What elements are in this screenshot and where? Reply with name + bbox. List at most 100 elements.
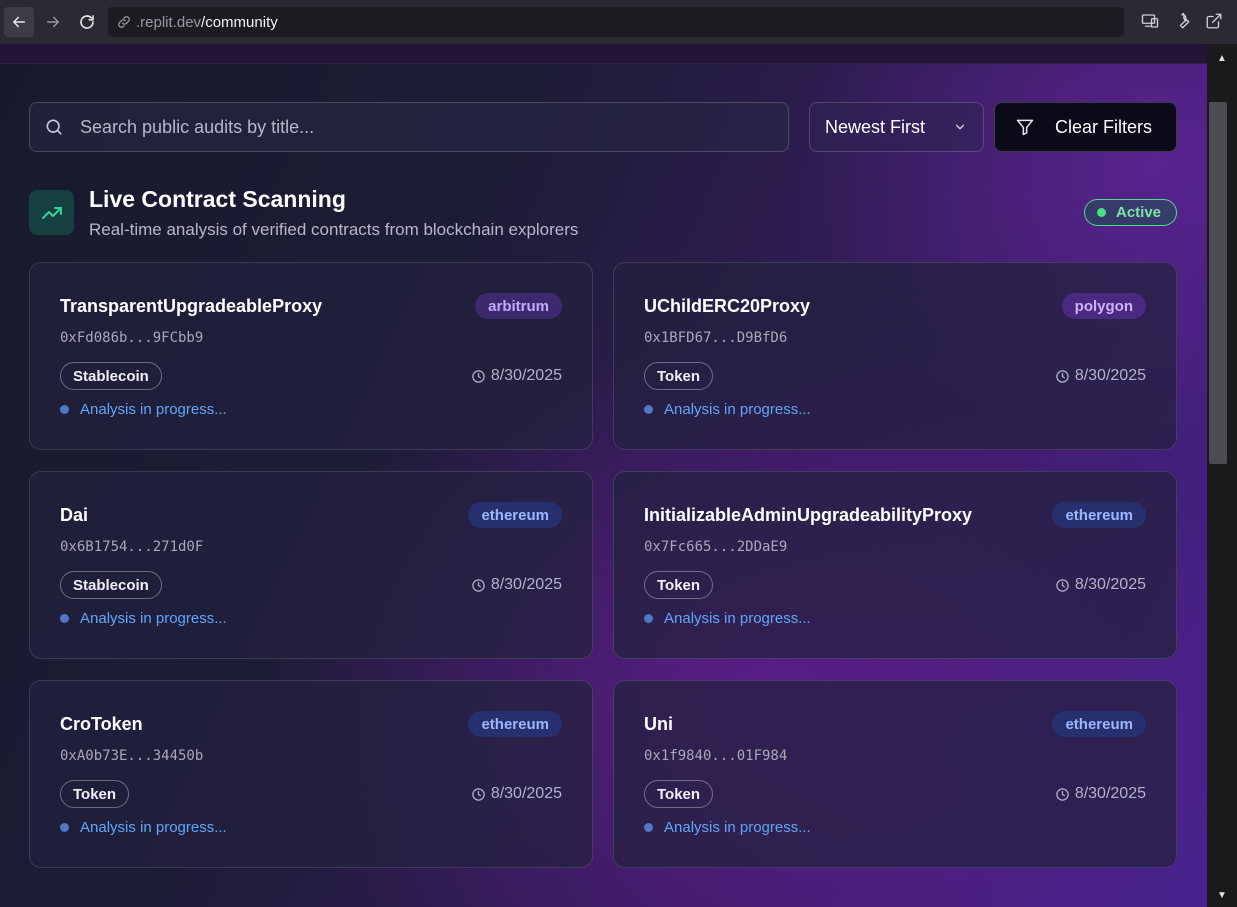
chain-badge: ethereum [1052, 711, 1146, 737]
analysis-status-text: Analysis in progress... [80, 401, 227, 418]
wrench-icon[interactable] [1173, 12, 1191, 30]
contract-address: 0x7Fc665...2DDaE9 [644, 539, 788, 555]
contract-title: Uni [644, 714, 673, 734]
scan-date: 8/30/2025 [1055, 576, 1146, 594]
analysis-status-text: Analysis in progress... [80, 819, 227, 836]
progress-dot [644, 614, 653, 623]
reload-button[interactable] [72, 7, 102, 37]
external-link-icon[interactable] [1205, 12, 1223, 30]
date-text: 8/30/2025 [490, 367, 562, 384]
back-button[interactable] [4, 7, 34, 37]
chain-badge: polygon [1061, 293, 1146, 319]
filter-icon [1016, 119, 1034, 136]
sort-select[interactable]: Newest First [809, 102, 984, 152]
sort-label: Newest First [825, 116, 926, 137]
clock-icon [1056, 787, 1069, 801]
contract-address: 0x1f9840...01F984 [644, 748, 788, 764]
clock-icon [1056, 369, 1069, 383]
clock-icon [472, 578, 485, 592]
date-text: 8/30/2025 [490, 576, 562, 593]
url-domain: .replit.dev [136, 13, 202, 31]
analysis-status-text: Analysis in progress... [664, 610, 811, 627]
scroll-down-button[interactable]: ▼ [1207, 885, 1237, 905]
section-subtitle: Real-time analysis of verified contracts… [89, 220, 579, 239]
contract-card[interactable]: Dai ethereum 0x6B1754...271d0F Stablecoin 8/… [29, 471, 593, 659]
section-title: Live Contract Scanning [89, 186, 346, 212]
page-top-border [0, 44, 1207, 64]
address-bar[interactable]: .replit.dev/community [108, 7, 1124, 37]
contract-card[interactable]: CroToken ethereum 0xA0b73E...34450b Token 8/… [29, 680, 593, 868]
scan-date: 8/30/2025 [471, 367, 562, 385]
status-badge-label: Active [1116, 204, 1162, 221]
analysis-status-text: Analysis in progress... [664, 401, 811, 418]
date-text: 8/30/2025 [1074, 576, 1146, 593]
contract-address: 0xFd086b...9FCbb9 [60, 330, 204, 346]
analysis-status: Analysis in progress... [60, 610, 227, 627]
clock-icon [472, 369, 485, 383]
contract-title: UChildERC20Proxy [644, 296, 811, 316]
link-icon [118, 16, 130, 28]
progress-dot [60, 405, 69, 414]
analysis-status: Analysis in progress... [60, 819, 227, 836]
active-dot [1097, 208, 1106, 217]
contract-card[interactable]: Uni ethereum 0x1f9840...01F984 Token 8/30/20… [613, 680, 1177, 868]
analysis-status-text: Analysis in progress... [664, 819, 811, 836]
contract-card[interactable]: UChildERC20Proxy polygon 0x1BFD67...D9BfD6… [613, 262, 1177, 450]
analysis-status: Analysis in progress... [60, 401, 227, 418]
clock-icon [1056, 578, 1069, 592]
category-tag: Stablecoin [60, 362, 162, 390]
chain-badge: ethereum [468, 502, 562, 528]
chain-badge: ethereum [1052, 502, 1146, 528]
chain-badge: arbitrum [475, 293, 562, 319]
clear-filters-button[interactable]: Clear Filters [994, 102, 1177, 152]
scroll-thumb[interactable] [1209, 102, 1227, 464]
category-tag: Token [644, 571, 714, 599]
status-badge: Active [1084, 199, 1177, 226]
search-input[interactable] [80, 116, 740, 138]
progress-dot [644, 823, 653, 832]
contract-address: 0xA0b73E...34450b [60, 748, 204, 764]
reload-icon [80, 15, 94, 29]
arrow-right-icon [47, 16, 59, 28]
scan-date: 8/30/2025 [1055, 367, 1146, 385]
date-text: 8/30/2025 [1074, 785, 1146, 802]
scan-date: 8/30/2025 [471, 785, 562, 803]
search-box[interactable] [29, 102, 789, 152]
scrollbar[interactable]: ▲ ▼ [1207, 44, 1237, 907]
date-text: 8/30/2025 [490, 785, 562, 802]
analysis-status: Analysis in progress... [644, 401, 811, 418]
forward-button[interactable] [38, 7, 68, 37]
contract-title: InitializableAdminUpgradeabilityProxy [644, 505, 973, 525]
search-icon [46, 119, 62, 135]
scan-date: 8/30/2025 [1055, 785, 1146, 803]
browser-toolbar: .replit.dev/community [0, 0, 1237, 44]
category-tag: Token [60, 780, 130, 808]
analysis-status-text: Analysis in progress... [80, 610, 227, 627]
category-tag: Token [644, 362, 714, 390]
arrow-left-icon [13, 16, 25, 28]
scroll-up-button[interactable]: ▲ [1207, 48, 1237, 68]
chain-badge: ethereum [468, 711, 562, 737]
contract-card[interactable]: InitializableAdminUpgradeabilityProxy eth… [613, 471, 1177, 659]
chevron-down-icon [955, 124, 965, 130]
trending-up-icon [29, 190, 74, 235]
responsive-devices-icon[interactable] [1141, 12, 1159, 30]
scan-date: 8/30/2025 [471, 576, 562, 594]
date-text: 8/30/2025 [1074, 367, 1146, 384]
contract-card[interactable]: TransparentUpgradeableProxy arbitrum 0xFd0… [29, 262, 593, 450]
progress-dot [60, 823, 69, 832]
progress-dot [644, 405, 653, 414]
clock-icon [472, 787, 485, 801]
contract-title: Dai [60, 505, 89, 525]
contract-title: TransparentUpgradeableProxy [60, 296, 323, 316]
analysis-status: Analysis in progress... [644, 610, 811, 627]
clear-filters-label: Clear Filters [1055, 116, 1153, 137]
category-tag: Token [644, 780, 714, 808]
progress-dot [60, 614, 69, 623]
analysis-status: Analysis in progress... [644, 819, 811, 836]
contract-address: 0x6B1754...271d0F [60, 539, 204, 555]
contract-title: CroToken [60, 714, 143, 734]
category-tag: Stablecoin [60, 571, 162, 599]
url-path: /community [201, 13, 278, 31]
contract-address: 0x1BFD67...D9BfD6 [644, 330, 788, 346]
